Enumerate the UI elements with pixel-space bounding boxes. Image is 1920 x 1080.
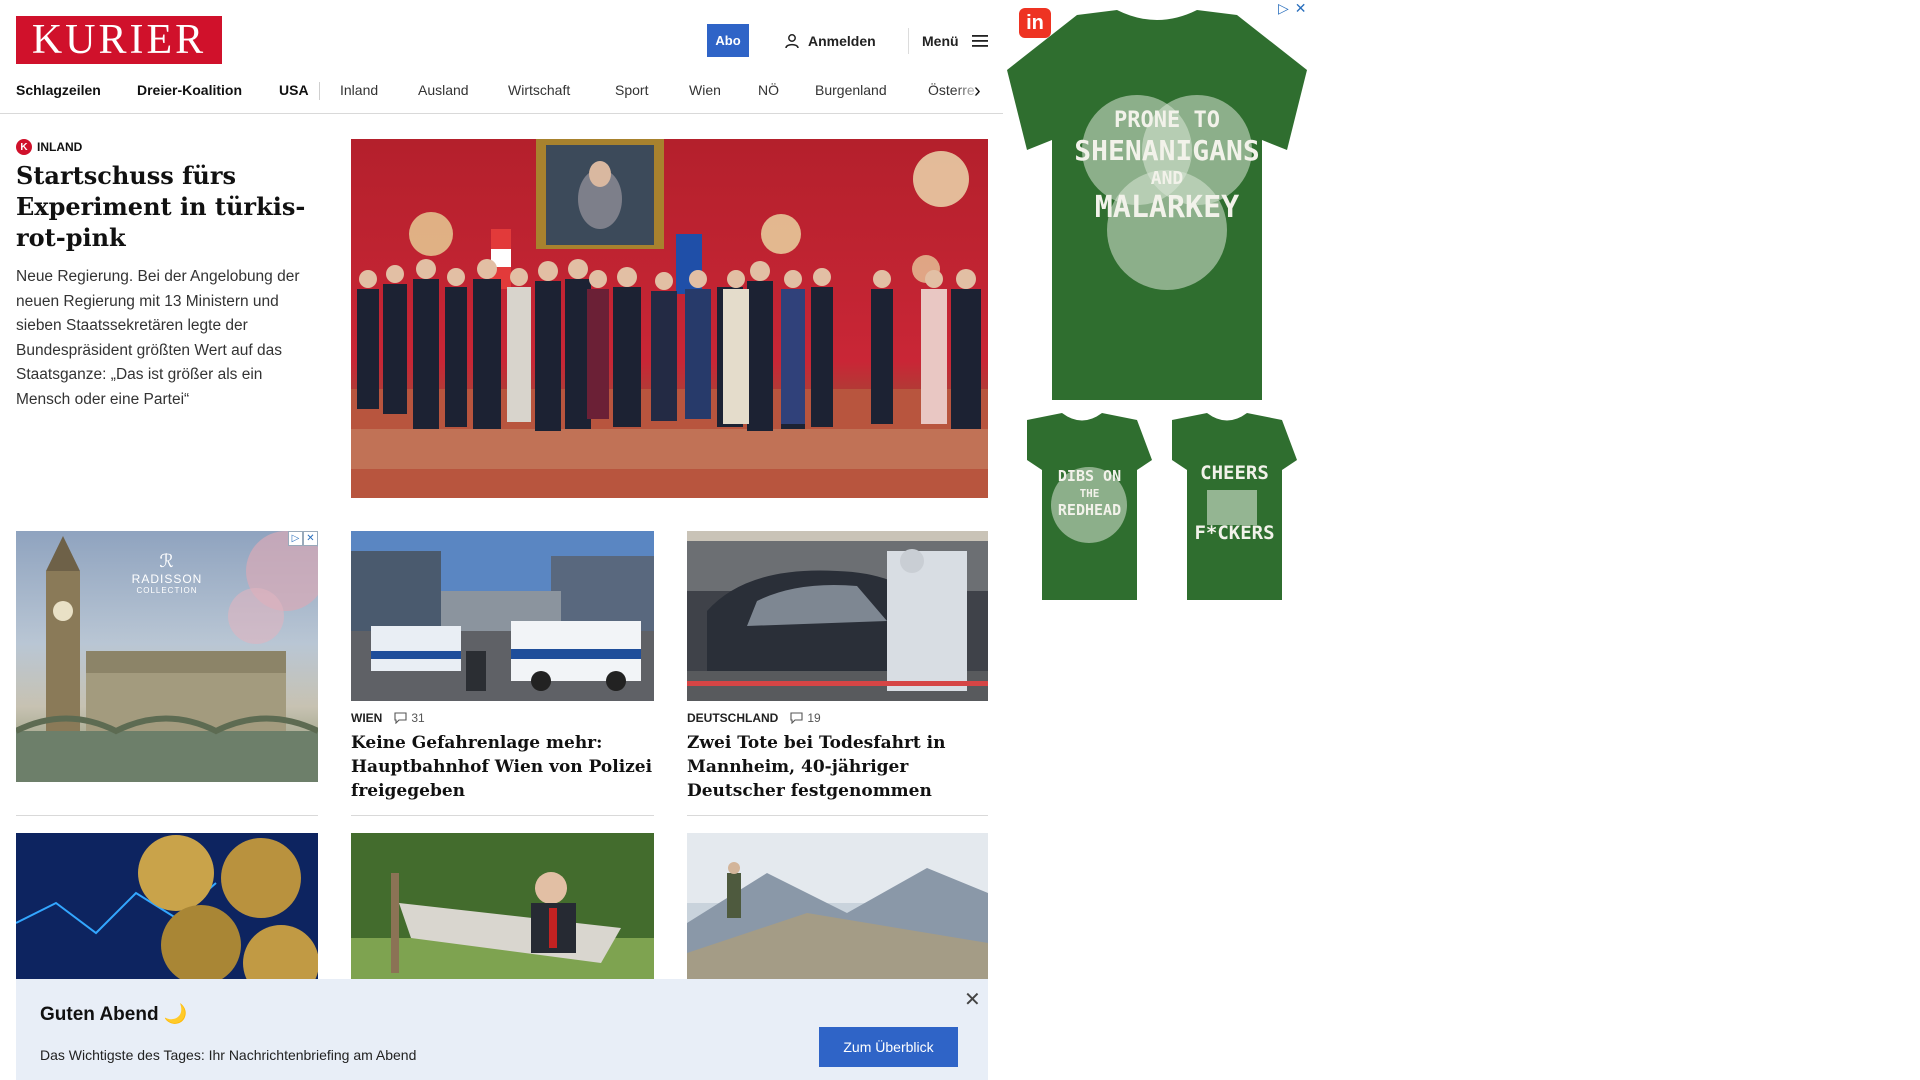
image-hauptbahnhof-police[interactable] [351,531,654,701]
article-category[interactable]: WIEN [351,711,382,725]
radisson-brand-sub: COLLECTION [136,586,198,595]
article-divider [351,815,654,816]
shirt3-line: CHEERS [1200,462,1269,484]
radisson-brand: ℛ RADISSON COLLECTION [16,551,318,595]
image-politician-hammock[interactable] [351,833,654,983]
comment-count[interactable]: 31 [394,711,425,725]
page: KURIER Abo Anmelden Menü Schlagzeilen Dr… [0,0,1003,1080]
lead-category-label: INLAND [37,140,83,154]
shirt2-line: DIBS ON [1057,467,1122,485]
kurier-logo[interactable]: KURIER [16,16,222,64]
image-mountain-hiker[interactable] [687,833,988,983]
ad-divider [16,815,318,816]
abo-button[interactable]: Abo [707,24,749,57]
menu-button[interactable]: Menü [922,30,989,52]
radisson-brand-name: RADISSON [131,572,203,586]
chevron-right-icon[interactable]: › [974,80,981,103]
close-icon[interactable]: ✕ [303,531,318,546]
radisson-ad[interactable]: ℛ RADISSON COLLECTION ▷ ✕ [16,531,318,782]
header-divider [908,28,909,54]
comment-count-value: 19 [807,711,821,725]
article-category[interactable]: DEUTSCHLAND [687,711,778,725]
ad-choices-icon: ▷ [288,531,303,546]
briefing-overview-button[interactable]: Zum Überblick [819,1027,958,1067]
comment-icon [790,712,803,724]
lead-headline[interactable]: Startschuss fürs Experiment in türkis-ro… [16,160,316,253]
comment-count-value: 31 [411,711,425,725]
article-headline[interactable]: Zwei Tote bei Todesfahrt in Mannheim, 40… [687,731,989,803]
close-icon[interactable]: ✕ [1295,0,1307,17]
radisson-logo-icon: ℛ [159,551,175,572]
nav-item-wien[interactable]: Wien [689,82,721,98]
section-nav: Schlagzeilen Dreier-Koalition USA Inland… [0,76,1003,114]
shirt3-slogan: CHEERS F*CKERS [1172,462,1297,544]
comment-icon [394,712,407,724]
nav-divider [319,82,320,100]
image-crypto-coins[interactable] [16,833,318,983]
close-icon[interactable]: ✕ [964,987,981,1012]
shirt1-line: SHENANIGANS [1074,134,1260,167]
lead-category[interactable]: K INLAND [16,139,82,155]
in-logo-icon: in [1019,8,1051,38]
login-button[interactable]: Anmelden [784,30,876,52]
nav-item-wirtschaft[interactable]: Wirtschaft [508,82,570,98]
nav-item-sport[interactable]: Sport [615,82,648,98]
nav-item-usa[interactable]: USA [279,82,309,98]
article-headline[interactable]: Keine Gefahrenlage mehr: Hauptbahnhof Wi… [351,731,653,803]
comment-count[interactable]: 19 [790,711,821,725]
briefing-title: Guten Abend 🌙 [40,1004,188,1025]
evening-briefing-banner: Guten Abend 🌙 Das Wichtigste des Tages: … [16,979,988,1080]
shirt1-line: MALARKEY [1094,190,1240,225]
shirt1-slogan: PRONE TO SHENANIGANS AND MALARKEY [1047,108,1287,226]
shirt2-line: THE [1079,487,1100,500]
shirt1-line: PRONE TO [1114,108,1220,133]
menu-label: Menü [922,33,959,49]
shirt1-line: AND [1150,168,1184,189]
nav-item-ausland[interactable]: Ausland [418,82,469,98]
nav-item-burgenland[interactable]: Burgenland [815,82,887,98]
login-label: Anmelden [808,33,876,49]
shirt3-line: F*CKERS [1194,522,1275,544]
ad-choices-icon: ▷ [1278,0,1289,16]
article-divider [687,815,988,816]
nav-item-schlagzeilen[interactable]: Schlagzeilen [16,82,101,98]
kurier-k-icon: K [16,139,32,155]
shirt2-slogan: DIBS ON THE REDHEAD [1027,468,1152,519]
tshirt-ad[interactable]: in PRONE TO SHENANIGANS AND MALARKEY DIB… [1007,0,1307,604]
image-mannheim-car[interactable] [687,531,988,701]
nav-item-noe[interactable]: NÖ [758,82,779,98]
nav-item-dreier-koalition[interactable]: Dreier-Koalition [137,82,242,98]
ad-choices-badge[interactable]: ▷ ✕ [1278,0,1307,17]
ad-choices-badge[interactable]: ▷ ✕ [288,531,318,546]
shirt2-line: REDHEAD [1057,501,1122,519]
lead-image-government-swearing-in[interactable] [351,139,988,498]
briefing-text: Das Wichtigste des Tages: Ihr Nachrichte… [40,1047,417,1063]
user-icon [785,34,799,49]
article-kicker-deutschland: DEUTSCHLAND 19 [687,711,821,725]
nav-item-inland[interactable]: Inland [340,82,378,98]
lead-teaser[interactable]: Neue Regierung. Bei der Angelobung der n… [16,265,316,412]
logo-text: KURIER [31,17,207,63]
article-kicker-wien: WIEN 31 [351,711,425,725]
hamburger-icon [971,35,988,47]
